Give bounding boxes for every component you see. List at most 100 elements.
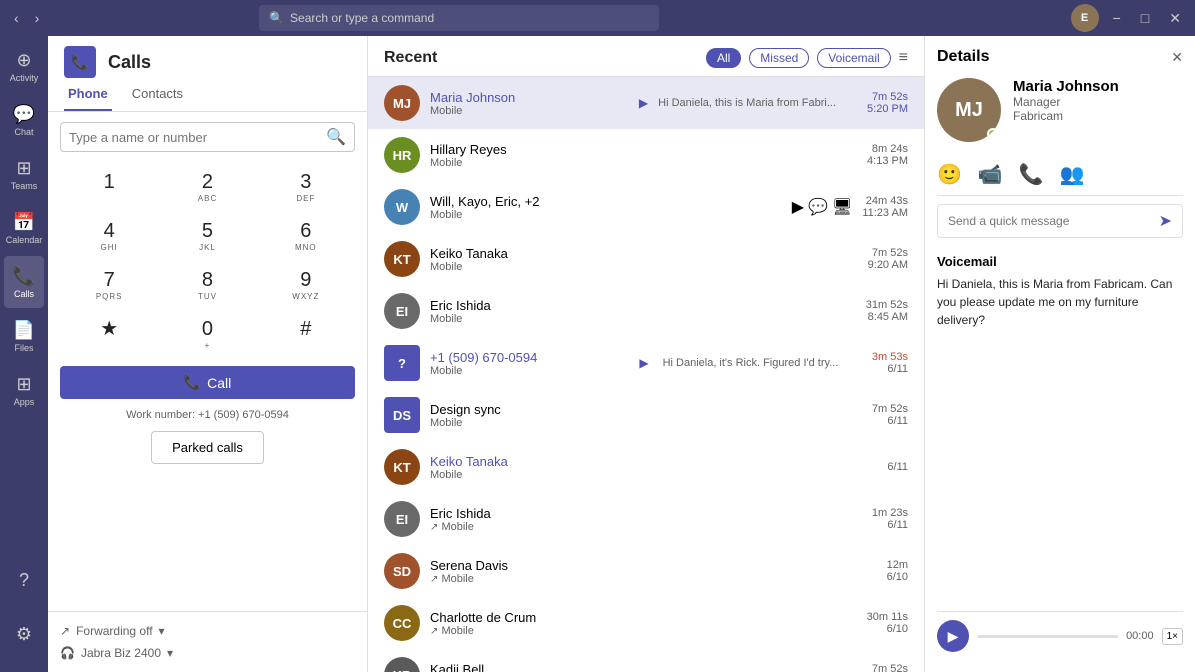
video-call-icon[interactable]: 📹 — [978, 162, 1003, 187]
call-item[interactable]: CC Charlotte de Crum ↗ Mobile 30m 11s 6/… — [368, 597, 924, 649]
avatar: KB — [384, 657, 420, 672]
dial-key-3[interactable]: 3DEF — [257, 162, 355, 211]
call-duration: 7m 52s — [872, 403, 908, 415]
details-close-button[interactable]: ✕ — [1171, 49, 1183, 66]
minimize-button[interactable]: − — [1107, 10, 1127, 26]
call-name: Eric Ishida — [430, 298, 856, 313]
call-item[interactable]: EI Eric Ishida ↗ Mobile 1m 23s 6/11 — [368, 493, 924, 545]
dial-key-0[interactable]: 0+ — [158, 309, 256, 358]
progress-bar[interactable] — [977, 635, 1118, 638]
quick-message-input[interactable] — [948, 214, 1159, 228]
dial-key-9[interactable]: 9WXYZ — [257, 260, 355, 309]
call-item[interactable]: KB Kadji Bell ↗ Mobile 7m 52s 6/10 — [368, 649, 924, 672]
dial-key-7[interactable]: 7PQRS — [60, 260, 158, 309]
dial-key-1[interactable]: 1 — [60, 162, 158, 211]
calls-tabs: Phone Contacts — [48, 78, 367, 112]
sidebar-label-calls: Calls — [14, 289, 34, 299]
emoji-icon[interactable]: 🙂 — [937, 162, 962, 187]
dial-key-8[interactable]: 8TUV — [158, 260, 256, 309]
call-item[interactable]: SD Serena Davis ↗ Mobile 12m 6/10 — [368, 545, 924, 597]
teams-icon: ⊞ — [16, 158, 31, 179]
call-meta: 3m 53s 6/11 — [872, 351, 908, 375]
avatar: ? — [384, 345, 420, 381]
phone-call-icon[interactable]: 📞 — [1019, 162, 1044, 187]
dial-key-6[interactable]: 6MNO — [257, 211, 355, 260]
call-time: 4:13 PM — [867, 155, 908, 167]
dial-key-5[interactable]: 5JKL — [158, 211, 256, 260]
forward-button[interactable]: › — [29, 8, 46, 28]
name-search-input[interactable] — [69, 130, 320, 145]
sidebar-item-activity[interactable]: ⊕ Activity — [4, 40, 44, 92]
name-search-bar[interactable]: 🔍 — [60, 122, 355, 152]
call-name: Keiko Tanaka — [430, 246, 858, 261]
call-time: 6/11 — [872, 363, 908, 375]
dialpad-grid: 1 2ABC 3DEF 4GHI 5JKL 6MNO 7PQRS 8TUV 9W… — [60, 162, 355, 358]
sidebar-item-calls[interactable]: 📞 Calls — [4, 256, 44, 308]
sidebar-item-teams[interactable]: ⊞ Teams — [4, 148, 44, 200]
more-options-icon[interactable]: ≡ — [899, 49, 908, 67]
speed-button[interactable]: 1× — [1162, 628, 1183, 645]
call-info: Charlotte de Crum ↗ Mobile — [430, 610, 857, 637]
filter-missed[interactable]: Missed — [749, 48, 809, 68]
sidebar-item-chat[interactable]: 💬 Chat — [4, 94, 44, 146]
call-meta: 7m 52s 9:20 AM — [868, 247, 908, 271]
call-item[interactable]: MJ Maria Johnson Mobile ▶ Hi Daniela, th… — [368, 77, 924, 129]
sidebar-item-help[interactable]: ? — [4, 554, 44, 606]
sidebar-item-apps[interactable]: ⊞ Apps — [4, 364, 44, 416]
dial-key-4[interactable]: 4GHI — [60, 211, 158, 260]
send-icon[interactable]: ➤ — [1159, 211, 1172, 231]
call-item[interactable]: ? +1 (509) 670-0594 Mobile ▶ Hi Daniela,… — [368, 337, 924, 389]
call-time: 8:45 AM — [866, 311, 908, 323]
call-type: Mobile — [430, 261, 858, 273]
sidebar-item-calendar[interactable]: 📅 Calendar — [4, 202, 44, 254]
more-contact-icon[interactable]: 👥 — [1060, 162, 1085, 187]
quick-message-area[interactable]: ➤ — [937, 204, 1183, 238]
call-name: Eric Ishida — [430, 506, 862, 521]
play-button[interactable]: ▶ — [937, 620, 969, 652]
call-item[interactable]: KT Keiko Tanaka Mobile 7m 52s 9:20 AM — [368, 233, 924, 285]
call-type: Mobile — [430, 365, 629, 377]
avatar: EI — [384, 501, 420, 537]
voicemail-preview: Hi Daniela, it's Rick. Figured I'd try..… — [663, 357, 862, 369]
call-item[interactable]: W Will, Kayo, Eric, +2 Mobile ▶ 💬 🖥 24m … — [368, 181, 924, 233]
tab-contacts[interactable]: Contacts — [128, 78, 187, 111]
call-time: 9:20 AM — [868, 259, 908, 271]
maximize-button[interactable]: □ — [1135, 10, 1155, 26]
call-item[interactable]: EI Eric Ishida Mobile 31m 52s 8:45 AM — [368, 285, 924, 337]
parked-calls-button[interactable]: Parked calls — [151, 431, 264, 464]
call-info: Eric Ishida ↗ Mobile — [430, 506, 862, 533]
call-duration: 31m 52s — [866, 299, 908, 311]
contact-role: Manager — [1013, 95, 1119, 109]
dial-key-hash[interactable]: # — [257, 309, 355, 358]
search-bar[interactable]: 🔍 Search or type a command — [259, 5, 659, 31]
recent-panel: Recent All Missed Voicemail ≡ MJ Maria J… — [368, 36, 925, 672]
titlebar: ‹ › 🔍 Search or type a command E − □ ✕ — [0, 0, 1195, 36]
avatar: MJ — [384, 85, 420, 121]
call-info: Eric Ishida Mobile — [430, 298, 856, 325]
tab-phone[interactable]: Phone — [64, 78, 112, 111]
sidebar-item-files[interactable]: 📄 Files — [4, 310, 44, 362]
dial-key-star[interactable]: ★ — [60, 309, 158, 358]
call-button[interactable]: 📞 Call — [60, 366, 355, 399]
call-item[interactable]: DS Design sync Mobile 7m 52s 6/11 — [368, 389, 924, 441]
voicemail-preview: Hi Daniela, this is Maria from Fabri... — [658, 97, 857, 109]
sidebar-label-calendar: Calendar — [6, 235, 43, 245]
sidebar-item-settings[interactable]: ⚙ — [4, 608, 44, 660]
call-item[interactable]: KT Keiko Tanaka Mobile 6/11 — [368, 441, 924, 493]
filter-voicemail[interactable]: Voicemail — [817, 48, 890, 68]
forwarding-setting[interactable]: ↗ Forwarding off ▾ — [60, 620, 355, 642]
user-avatar[interactable]: E — [1071, 4, 1099, 32]
dial-key-2[interactable]: 2ABC — [158, 162, 256, 211]
call-meta: 12m 6/10 — [887, 559, 908, 583]
close-button[interactable]: ✕ — [1163, 10, 1187, 27]
device-setting[interactable]: 🎧 Jabra Biz 2400 ▾ — [60, 642, 355, 664]
forwarding-label: Forwarding off — [76, 624, 152, 638]
call-name: +1 (509) 670-0594 — [430, 350, 629, 365]
back-button[interactable]: ‹ — [8, 8, 25, 28]
call-name: Kadji Bell — [430, 662, 862, 672]
call-name: Keiko Tanaka — [430, 454, 877, 469]
sidebar-label-teams: Teams — [11, 181, 38, 191]
call-item[interactable]: HR Hillary Reyes Mobile 8m 24s 4:13 PM — [368, 129, 924, 181]
filter-all[interactable]: All — [706, 48, 741, 68]
call-info: Hillary Reyes Mobile — [430, 142, 857, 169]
